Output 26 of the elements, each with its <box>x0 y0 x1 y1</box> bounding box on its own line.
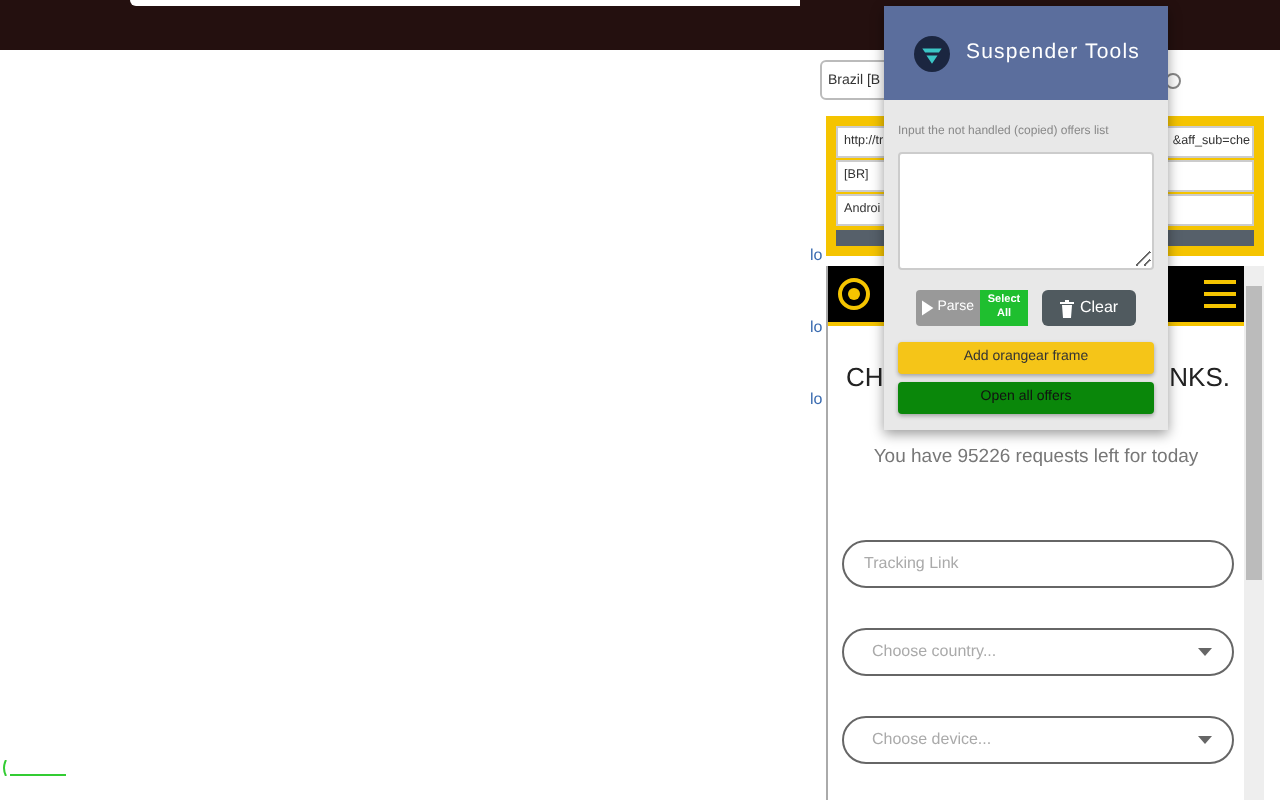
side-label: lo <box>810 388 825 412</box>
side-label: lo <box>810 316 825 340</box>
popup-title: Suspender Tools <box>966 37 1141 68</box>
offers-textarea[interactable] <box>898 152 1154 270</box>
clear-button[interactable]: Clear <box>1042 290 1136 326</box>
side-label: lo <box>810 244 825 268</box>
select-field[interactable]: Choose country... <box>842 628 1234 676</box>
caret-icon <box>1198 648 1212 656</box>
placeholder-text: Tracking Link <box>864 552 959 576</box>
placeholder-text: Choose device... <box>872 728 992 752</box>
menu-icon[interactable] <box>1204 280 1236 308</box>
play-icon <box>922 300 934 316</box>
page-heading: CH <box>846 362 884 394</box>
refresh-icon[interactable] <box>1164 71 1182 89</box>
scrollbar[interactable] <box>1244 266 1264 800</box>
select-field[interactable]: Choose device... <box>842 716 1234 764</box>
placeholder-text: Choose country... <box>872 640 997 664</box>
tracking-link-field[interactable]: Tracking Link <box>842 540 1234 588</box>
progress-arc-icon <box>2 760 66 776</box>
caret-icon <box>1198 736 1212 744</box>
page-heading: NKS. <box>1169 362 1230 394</box>
trash-icon <box>1059 299 1074 317</box>
logo-icon <box>838 278 870 310</box>
logo-icon <box>914 35 950 71</box>
browser-tab[interactable] <box>130 0 800 6</box>
requests-left-text: You have 95226 requests left for today <box>871 446 1201 470</box>
